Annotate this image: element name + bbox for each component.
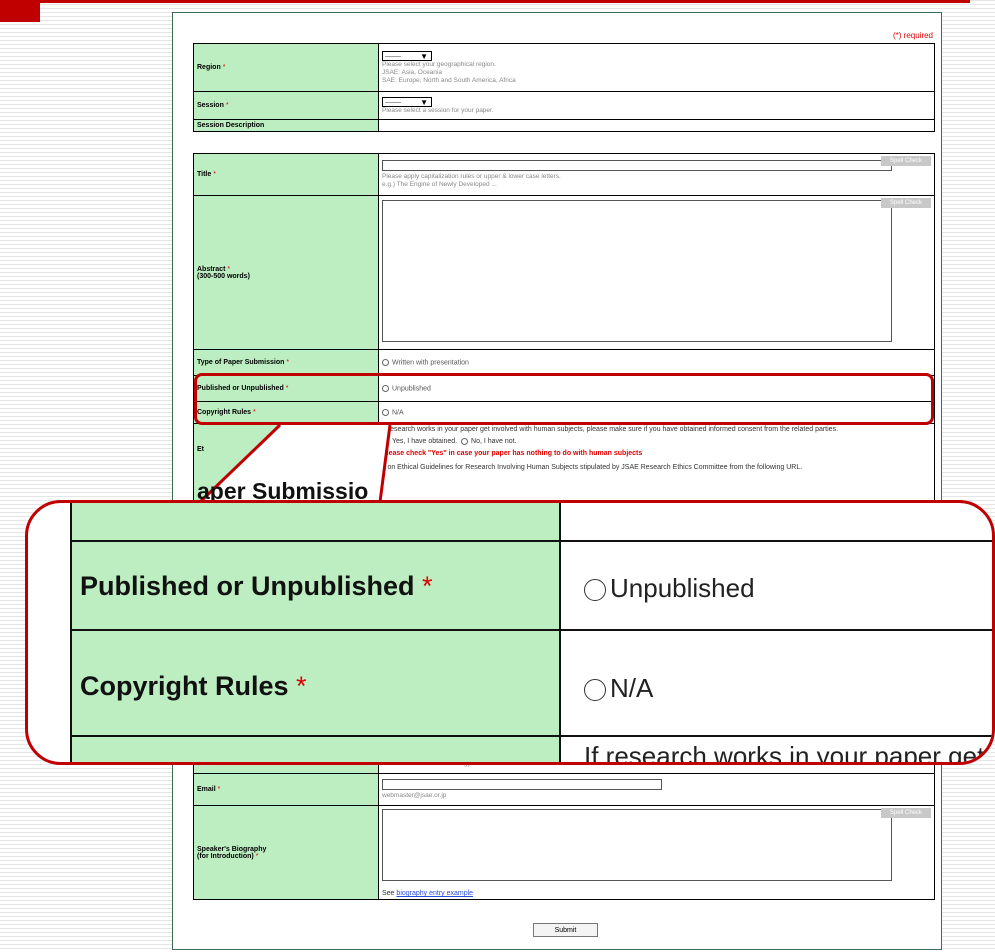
zoom-copyright-value: N/A [584, 673, 653, 704]
abstract-spell-check-button[interactable]: Spell Check [881, 198, 931, 208]
ethics-guidelines: s on Ethical Guidelines for Research Inv… [382, 464, 803, 471]
abstract-sublabel: (300-500 words) [197, 272, 250, 280]
zoom-panel: Published or Unpublished * Unpublished C… [25, 500, 995, 765]
region-select[interactable]: -------- ▼ [382, 50, 432, 61]
chevron-down-icon: ▼ [420, 51, 428, 61]
session-cell: -------- ▼ Please select a session for yo… [378, 91, 935, 120]
title-hint-1: Please apply capitalization rules or upp… [382, 173, 561, 180]
biography-example-link[interactable]: biography entry example [396, 890, 473, 897]
title-hint-2: e.g.) The Engine of Newly Developed ... [382, 181, 497, 188]
abstract-textarea[interactable] [382, 200, 892, 342]
region-hint-3: SAE: Europe, North and South America, Af… [382, 76, 516, 84]
session-select[interactable]: -------- ▼ [382, 96, 432, 107]
type-submission-label: Type of Paper Submission * [193, 349, 379, 376]
biography-label: Speaker's Biography (for Introduction) * [193, 805, 379, 900]
type-submission-radio[interactable] [382, 358, 389, 366]
session-hint: Please select a session for your paper. [382, 106, 494, 114]
zoom-published-value: Unpublished [584, 573, 755, 604]
zoom-published-radio[interactable] [584, 579, 606, 602]
biography-textarea[interactable] [382, 809, 892, 881]
region-hint-2: JSAE: Asia, Oceania [382, 68, 442, 76]
abstract-label: Abstract * (300-500 words) [193, 195, 379, 350]
corner-red-block [0, 0, 40, 22]
title-spell-check-button[interactable]: Spell Check [881, 156, 931, 166]
chevron-down-icon: ▼ [420, 97, 428, 107]
region-cell: -------- ▼ Please select your geographica… [378, 43, 935, 92]
email-cell: webmaster@jsae.or.jp [378, 773, 935, 806]
title-cell: Spell Check Please apply capitalization … [378, 153, 935, 196]
biography-see: See biography entry example [382, 890, 474, 897]
email-hint: webmaster@jsae.or.jp [382, 792, 447, 799]
zoom-copyright-label: Copyright Rules * [80, 671, 307, 701]
session-description-label: Session Description [193, 119, 379, 132]
zoom-column-divider [559, 503, 561, 762]
email-label: Email * [193, 773, 379, 806]
zoom-label-column [70, 503, 560, 762]
session-label: Session * [193, 91, 379, 120]
top-red-line [0, 0, 970, 3]
biography-spell-check-button[interactable]: Spell Check [881, 808, 931, 818]
highlight-box [194, 373, 934, 425]
zoom-published-label: Published or Unpublished * [80, 571, 433, 601]
region-label: Region * [193, 43, 379, 92]
zoom-copyright-radio[interactable] [584, 679, 606, 702]
zoom-row-line-3 [70, 735, 992, 737]
type-submission-cell: Written with presentation [378, 349, 935, 376]
region-hint-1: Please select your geographical region. [382, 60, 496, 68]
biography-cell: Spell Check See biography entry example [378, 805, 935, 900]
ethics-yes-radio[interactable] [382, 437, 389, 445]
zoom-bottom-text: If research works in your paper get [584, 741, 985, 765]
zoom-left-border [70, 503, 72, 762]
session-description-value [378, 119, 935, 132]
submit-button[interactable]: Submit [533, 923, 598, 937]
required-note: (*) required [892, 31, 933, 40]
zoom-row-line-1 [70, 540, 992, 542]
ethics-options: Yes, I have obtained. No, I have not. [382, 437, 931, 447]
ethics-no-radio[interactable] [461, 437, 469, 445]
ethics-text: If research works in your paper get invo… [382, 426, 839, 433]
zoom-row-line-2 [70, 629, 992, 631]
session-table: Region * -------- ▼ Please select your ge… [193, 43, 935, 132]
ethics-note: Please check "Yes" in case your paper ha… [382, 450, 643, 457]
title-label: Title * [193, 153, 379, 196]
title-input[interactable] [382, 160, 892, 171]
abstract-cell: Spell Check [378, 195, 935, 350]
email-input[interactable] [382, 779, 662, 790]
